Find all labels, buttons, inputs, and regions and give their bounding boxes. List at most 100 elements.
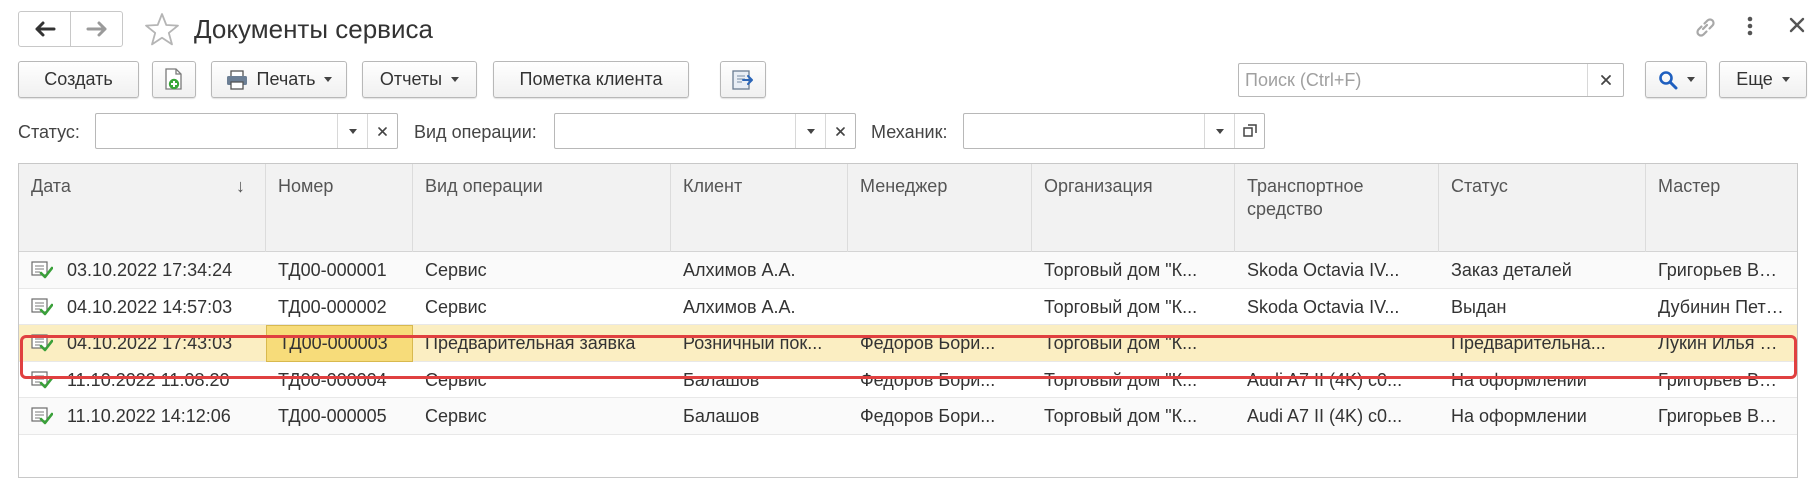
column-header-client[interactable]: Клиент [671, 164, 848, 252]
mechanic-filter-label: Механик: [871, 122, 948, 142]
client-mark-button[interactable]: Пометка клиента [493, 61, 689, 98]
close-icon [1789, 17, 1805, 33]
column-header-vehicle[interactable]: Транспортное средство [1235, 164, 1439, 252]
cell-operation: Сервис [425, 260, 487, 280]
link-icon [1696, 18, 1715, 37]
cell-operation: Сервис [425, 369, 487, 390]
cell-organization: Торговый дом "К... [1044, 333, 1198, 353]
page-title: Документы сервиса [194, 14, 433, 44]
sort-desc-icon: ↓ [236, 176, 245, 196]
cell-manager: Федоров Бори... [860, 333, 996, 353]
column-header-operation[interactable]: Вид операции [413, 164, 671, 252]
cell-organization: Торговый дом "К... [1044, 406, 1198, 426]
table-header: Дата ↓ Номер Вид операции Клиент Менедже… [19, 164, 1797, 252]
more-button[interactable]: Еще [1719, 61, 1807, 98]
window-close-button[interactable] [1788, 16, 1806, 39]
status-filter-field[interactable] [95, 113, 398, 149]
mechanic-filter-dropdown[interactable] [1204, 114, 1234, 148]
column-header-organization[interactable]: Организация [1032, 164, 1235, 252]
column-header-manager[interactable]: Менеджер [848, 164, 1032, 252]
column-header-date[interactable]: Дата ↓ [19, 164, 266, 252]
mechanic-filter-field[interactable] [963, 113, 1265, 149]
forward-button[interactable] [70, 12, 122, 46]
cell-manager: Федоров Бори... [860, 406, 996, 426]
add-document-icon [165, 67, 182, 90]
cell-status: На оформлении [1451, 406, 1587, 426]
cell-number: ТД00-000002 [278, 296, 387, 317]
chevron-down-icon [451, 77, 460, 82]
cell-date: 04.10.2022 14:57:03 [67, 296, 233, 317]
back-button[interactable] [19, 12, 70, 46]
cell-date: 04.10.2022 17:43:03 [67, 333, 233, 353]
open-window-icon [1242, 124, 1257, 137]
operation-filter-input[interactable] [555, 114, 795, 148]
cell-status: На оформлении [1451, 369, 1587, 390]
operation-filter-label: Вид операции: [414, 122, 537, 142]
cell-number: ТД00-000005 [278, 406, 387, 426]
add-copy-button[interactable] [152, 61, 196, 98]
chevron-down-icon [348, 128, 357, 134]
table-row[interactable]: 04.10.2022 14:57:03 ТД00-000002 Сервис Алхи… [19, 289, 1797, 326]
cell-status: Заказ деталей [1451, 260, 1572, 280]
cell-vehicle [1235, 325, 1439, 362]
search-clear-button[interactable] [1587, 64, 1623, 96]
cell-master: Лукин Илья Фед [1658, 333, 1794, 353]
cell-manager: Федоров Бори... [860, 369, 996, 390]
link-button[interactable] [1692, 14, 1718, 45]
cell-master: Григорьев Витал [1658, 406, 1798, 426]
column-header-status[interactable]: Статус [1439, 164, 1646, 252]
cell-number: ТД00-000001 [278, 260, 387, 280]
table-row[interactable]: 03.10.2022 17:34:24 ТД00-000001 Сервис Алхи… [19, 252, 1798, 289]
client-mark-button-label: Пометка клиента [519, 69, 663, 89]
cell-vehicle: Skoda Octavia IV... [1247, 260, 1400, 280]
reports-button[interactable]: Отчеты [362, 61, 477, 98]
cell-number: ТД00-000003 [266, 325, 413, 362]
arrow-left-icon [35, 21, 55, 37]
mechanic-filter-input[interactable] [964, 114, 1204, 148]
print-button[interactable]: Печать [211, 61, 347, 98]
cell-organization: Торговый дом "К... [1044, 369, 1198, 390]
table-row[interactable]: 04.10.2022 17:43:03 ТД00-000003 Предварите… [19, 325, 1797, 362]
column-header-number[interactable]: Номер [266, 164, 413, 252]
create-button[interactable]: Создать [18, 61, 139, 98]
status-filter-label: Статус: [18, 122, 80, 142]
documents-table: Дата ↓ Номер Вид операции Клиент Менедже… [18, 163, 1798, 478]
table-row[interactable]: 11.10.2022 11:08:20 ТД00-000004 Сервис Бала… [19, 362, 1797, 398]
operation-filter-dropdown[interactable] [795, 114, 825, 148]
cell-organization: Торговый дом "К... [1044, 296, 1198, 317]
favorite-button[interactable] [143, 11, 181, 49]
table-row[interactable]: 11.10.2022 14:12:06 ТД00-000005 Сервис Бала… [19, 398, 1798, 435]
cell-master: Григорьев Витал [1658, 260, 1798, 280]
cell-date: 11.10.2022 11:08:20 [67, 369, 230, 390]
window-menu-button[interactable] [1744, 14, 1756, 43]
cell-operation: Сервис [425, 406, 487, 426]
search-input[interactable] [1239, 64, 1579, 96]
status-filter-dropdown[interactable] [337, 114, 367, 148]
column-header-master[interactable]: Мастер [1646, 164, 1797, 252]
cell-operation: Сервис [425, 296, 487, 317]
chevron-down-icon [324, 77, 333, 82]
create-button-label: Создать [44, 69, 113, 89]
operation-filter-field[interactable] [554, 113, 856, 149]
cell-manager [848, 252, 1032, 289]
mechanic-filter-open[interactable] [1234, 114, 1264, 148]
cell-client: Розничный пок... [683, 333, 823, 353]
cell-status: Предварительна... [1451, 333, 1606, 353]
export-button[interactable] [720, 61, 766, 98]
cell-manager [848, 289, 1032, 326]
cell-vehicle: Audi A7 II (4K) c0... [1247, 369, 1403, 390]
close-icon [378, 126, 387, 136]
search-button[interactable] [1645, 61, 1707, 98]
cell-vehicle: Skoda Octavia IV... [1247, 296, 1400, 317]
chevron-down-icon [1686, 77, 1695, 82]
cell-client: Балашов [683, 406, 760, 426]
cell-client: Алхимов А.А. [683, 260, 796, 280]
chevron-down-icon [1781, 77, 1790, 82]
status-filter-clear[interactable] [367, 114, 397, 148]
chevron-down-icon [806, 128, 815, 134]
more-vertical-icon [1747, 16, 1753, 36]
cell-operation: Предварительная заявка [425, 333, 636, 353]
printer-icon [226, 69, 247, 90]
operation-filter-clear[interactable] [825, 114, 855, 148]
status-filter-input[interactable] [96, 114, 337, 148]
